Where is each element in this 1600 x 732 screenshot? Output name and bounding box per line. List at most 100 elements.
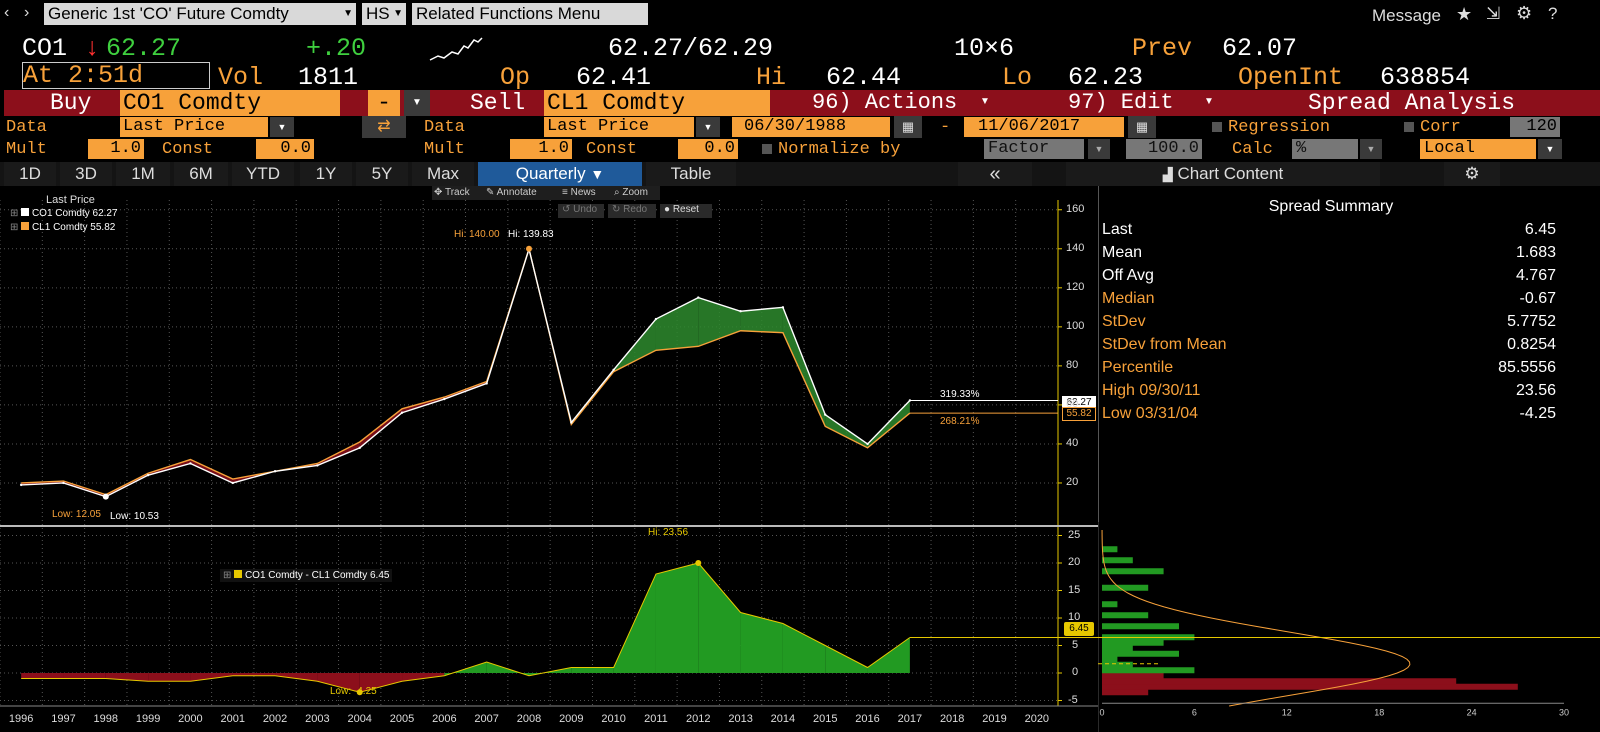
hist-bar: [1102, 568, 1164, 575]
x-tick-label: 2011: [644, 713, 668, 725]
bid-ask-size: 10×6: [954, 34, 1015, 63]
prev-value: 62.07: [1222, 34, 1298, 63]
factor-value-input[interactable]: 100.0: [1126, 139, 1202, 159]
undo-button[interactable]: ↺ Undo: [558, 204, 604, 218]
gear-icon[interactable]: ⚙: [1516, 3, 1532, 24]
tab-1d[interactable]: 1D: [4, 162, 56, 186]
spread-area-segment: [655, 563, 699, 673]
data-point-co1: [697, 296, 700, 299]
hs-dropdown[interactable]: HS ▼: [362, 3, 406, 25]
message-button[interactable]: Message: [1372, 6, 1441, 26]
gear-icon[interactable]: ⚙: [1444, 162, 1500, 186]
chevron-down-icon[interactable]: ▼: [404, 90, 430, 116]
hist-bar: [1102, 601, 1118, 608]
data-point-co1: [316, 464, 319, 467]
low-marker: [102, 493, 109, 500]
tab-3d[interactable]: 3D: [60, 162, 112, 186]
tab-5y[interactable]: 5Y: [356, 162, 408, 186]
x-tick-label: 2007: [474, 713, 499, 725]
data-point-co1: [654, 317, 658, 321]
news-label: News: [570, 187, 596, 198]
table-tab[interactable]: Table: [646, 162, 736, 186]
summary-label: Low 03/31/04: [1102, 405, 1199, 422]
summary-title: Spread Summary: [1268, 198, 1394, 215]
x-tick-label: 2004: [347, 713, 372, 725]
zoom-tool[interactable]: ⌕ Zoom: [614, 187, 648, 198]
summary-value: 23.56: [1515, 382, 1556, 399]
buy-ticker-input[interactable]: CO1 Comdty: [120, 90, 340, 116]
chart-content-label: Chart Content: [1177, 164, 1284, 183]
related-functions-menu[interactable]: Related Functions Menu: [412, 3, 648, 25]
buy-mult-input[interactable]: 1.0: [88, 139, 144, 159]
tab-6m[interactable]: 6M: [174, 162, 228, 186]
corr-window-input[interactable]: 120: [1510, 117, 1560, 137]
hist-bar: [1102, 645, 1133, 652]
buy-field-dropdown[interactable]: Last Price: [120, 117, 268, 137]
x-tick-label: 2006: [432, 713, 457, 725]
back-button[interactable]: ‹: [4, 4, 9, 22]
period-dropdown[interactable]: Quarterly ▼: [478, 162, 642, 186]
chart-content-button[interactable]: ▟ Chart Content: [1066, 162, 1380, 186]
tab-max[interactable]: Max: [412, 162, 474, 186]
buy-const-input[interactable]: 0.0: [256, 139, 314, 159]
chevron-down-icon[interactable]: ▼: [696, 117, 720, 137]
calendar-icon[interactable]: ▦: [1128, 116, 1156, 138]
hist-x-tick-label: 24: [1467, 707, 1477, 717]
chevron-down-icon[interactable]: ▼: [1538, 139, 1562, 159]
news-tool[interactable]: ≡ News: [562, 187, 596, 198]
track-tool[interactable]: ✥ Track: [434, 187, 470, 198]
price-chart[interactable]: [0, 186, 1098, 732]
sell-field-dropdown[interactable]: Last Price: [544, 117, 694, 137]
start-date-input[interactable]: 06/30/1988: [732, 117, 890, 137]
collapse-button[interactable]: «: [958, 162, 1032, 186]
factor-dropdown[interactable]: Factor: [984, 139, 1084, 159]
calendar-icon[interactable]: ▦: [894, 116, 922, 138]
hist-bar: [1102, 650, 1179, 657]
legend-item-co1[interactable]: ⊞ CO1 Comdty 62.27: [10, 208, 118, 219]
export-icon[interactable]: ⇲: [1486, 4, 1500, 24]
spread-area-segment: [867, 637, 910, 673]
legend-item-cl1[interactable]: ⊞ CL1 Comdty 55.82: [10, 222, 115, 233]
swap-icon[interactable]: ⇄: [362, 116, 406, 138]
summary-label: Last: [1102, 221, 1133, 238]
star-icon[interactable]: ★: [1456, 4, 1472, 25]
x-tick-label: 2010: [601, 713, 626, 725]
summary-value: 1.683: [1515, 244, 1556, 261]
security-dropdown[interactable]: Generic 1st 'CO' Future Comdty ▼: [44, 3, 356, 25]
y-tick-label: 160: [1066, 202, 1085, 215]
vol-value: 1811: [298, 63, 359, 92]
help-icon[interactable]: ?: [1548, 4, 1557, 24]
zoom-label: Zoom: [622, 187, 648, 198]
open-value: 62.41: [576, 63, 652, 92]
corr-checkbox[interactable]: Corr: [1404, 118, 1461, 137]
sell-ticker-input[interactable]: CL1 Comdty: [544, 90, 770, 116]
actions-menu[interactable]: 96) Actions: [812, 90, 957, 115]
x-tick-label: 2009: [559, 713, 584, 725]
legend-item-spread[interactable]: ⊞ CO1 Comdty - CL1 Comdty 6.45: [220, 569, 393, 582]
redo-button[interactable]: ↻ Redo: [608, 204, 656, 218]
reset-button[interactable]: ● Reset: [660, 204, 712, 218]
summary-label: Off Avg: [1102, 267, 1154, 284]
annotate-label: Annotate: [496, 187, 537, 198]
chevron-down-icon[interactable]: ▼: [270, 117, 294, 137]
date-dash: -: [940, 118, 951, 137]
summary-label: Mean: [1102, 244, 1143, 261]
end-date-input[interactable]: 11/06/2017: [964, 117, 1124, 137]
quote-change: +.20: [306, 34, 367, 63]
spread-fill-segment: [655, 297, 699, 351]
sell-mult-input[interactable]: 1.0: [510, 139, 572, 159]
tab-1m[interactable]: 1M: [116, 162, 170, 186]
summary-label: Median: [1102, 290, 1155, 307]
tab-ytd[interactable]: YTD: [232, 162, 294, 186]
calc-dropdown[interactable]: %: [1292, 139, 1358, 159]
local-dropdown[interactable]: Local: [1420, 139, 1536, 159]
y-tick-label: -5: [1068, 693, 1078, 706]
regression-checkbox[interactable]: Regression: [1212, 118, 1330, 137]
operator-dropdown[interactable]: -: [368, 90, 400, 116]
tab-1y[interactable]: 1Y: [300, 162, 352, 186]
normalize-checkbox[interactable]: Normalize by: [762, 140, 900, 159]
sell-const-input[interactable]: 0.0: [678, 139, 738, 159]
forward-button[interactable]: ›: [24, 4, 29, 22]
annotate-tool[interactable]: ✎ Annotate: [486, 187, 537, 198]
edit-menu[interactable]: 97) Edit: [1068, 90, 1174, 115]
